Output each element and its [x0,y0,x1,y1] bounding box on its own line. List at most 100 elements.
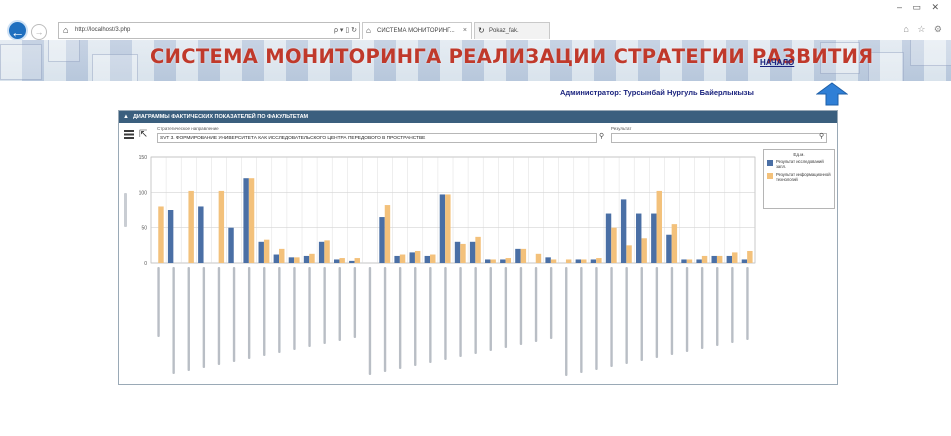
bar [656,190,662,263]
bar [596,258,602,263]
x-tick-label-blurred [398,267,402,369]
x-tick-label-blurred [429,267,432,363]
y-tick-label: 0 [144,261,147,267]
bar [545,257,551,263]
address-text: http://localhost/3.php [75,27,131,33]
x-tick-label-blurred [353,267,357,338]
toolbar-icons[interactable]: ⌂ ☆ ⚙ [903,24,945,35]
bar [188,190,194,263]
export-icon[interactable]: ⇱ [139,129,151,140]
bar [505,258,511,263]
bar [414,250,421,263]
x-tick-label-blurred [625,267,628,364]
bar [258,241,264,263]
x-tick-label-blurred [217,267,221,365]
direction-label: Стратегическое направление [157,126,219,131]
bar [218,190,225,263]
up-arrow-icon[interactable] [816,82,848,106]
direction-select[interactable]: SVT 3. ФОРМИРОВАНИЕ УНИВЕРСИТЕТА КАК ИСС… [157,133,597,143]
y-tick-label: 50 [141,226,147,232]
bar [520,248,527,263]
bar [167,210,174,263]
chart-panel: ▲ ДИАГРАММЫ ФАКТИЧЕСКИХ ПОКАЗАТЕЛЕЙ ПО Ф… [118,110,838,385]
bar [228,227,234,263]
bar [248,178,255,263]
bar [636,213,642,263]
bar [445,194,451,263]
x-tick-label-blurred [247,267,251,359]
y-axis-title-blurred [124,193,127,227]
x-tick-label-blurred [580,267,583,373]
legend-swatch [767,160,773,166]
bar [460,243,466,263]
menu-icon[interactable] [124,130,134,139]
collapse-icon[interactable]: ▲ [123,111,129,123]
bar [581,259,587,263]
bar [424,255,431,263]
x-tick-label-blurred [414,267,417,366]
bar [565,259,572,263]
bar [590,259,597,263]
window-controls[interactable]: – ▭ ✕ [897,2,943,13]
bar [384,205,391,263]
bar [309,253,315,263]
x-tick-label-blurred [459,267,462,357]
address-tools[interactable]: ρ ▾ ▯ ↻ [302,22,360,39]
bar [303,255,310,263]
x-tick-label-blurred [293,267,296,350]
x-tick-label-blurred [685,267,689,352]
bar [158,206,164,263]
legend-item[interactable]: Результат информационной технологий [767,172,831,182]
back-arrow-icon[interactable]: ← [7,20,28,41]
bar [439,194,446,263]
x-tick-label-blurred [338,267,341,341]
bar [515,248,521,263]
home-link[interactable]: НАЧАЛО [760,58,794,67]
x-tick-label-blurred [746,267,749,340]
filter-bar: ⇱ Стратегическое направление SVT 3. ФОРМ… [119,123,837,149]
tab-monitoring[interactable]: ⌂ СИСТЕМА МОНИТОРИНГ... × [362,22,472,39]
x-tick-label-blurred [368,267,372,375]
bar [318,241,325,263]
close-icon[interactable]: × [463,23,467,39]
bar [641,238,647,263]
bar [681,259,687,263]
x-tick-label-blurred [670,267,674,355]
legend-label: Результат исследований запл. [776,159,824,169]
bar [620,199,627,263]
bar [324,240,330,263]
bar [409,252,415,263]
bar [666,234,672,263]
legend-item[interactable]: Результат исследований запл. [767,159,831,169]
bar [671,224,678,263]
search-icon[interactable]: ⚲ [819,132,824,140]
bar [605,213,612,263]
legend-swatch [767,173,773,179]
bar [485,259,491,263]
x-tick-label-blurred [278,267,281,353]
bar [711,255,717,263]
tab-label: Pokaz_fak. [489,28,519,34]
bar [611,227,617,263]
legend-title: Ед.м. [793,152,805,157]
bar [726,255,733,263]
x-tick-label-blurred [308,267,311,347]
bar [354,258,360,263]
bar [469,241,476,263]
search-icon[interactable]: ⚲ [599,132,604,140]
bar [273,254,280,263]
result-select[interactable] [611,133,827,143]
x-tick-label-blurred [716,267,719,346]
bar [339,258,345,263]
x-tick-label-blurred [731,267,734,343]
x-tick-label-blurred [610,267,613,367]
bar [243,178,249,263]
x-tick-label-blurred [504,267,508,348]
bar [430,254,436,263]
bar [626,245,632,263]
bar [535,253,542,263]
forward-arrow-icon[interactable]: → [31,24,47,40]
chart-legend: Ед.м. Результат исследований запл. Резул… [763,149,835,209]
x-tick-label-blurred [172,267,175,374]
tab-pokaz[interactable]: ↻ Pokaz_fak. [474,22,550,39]
